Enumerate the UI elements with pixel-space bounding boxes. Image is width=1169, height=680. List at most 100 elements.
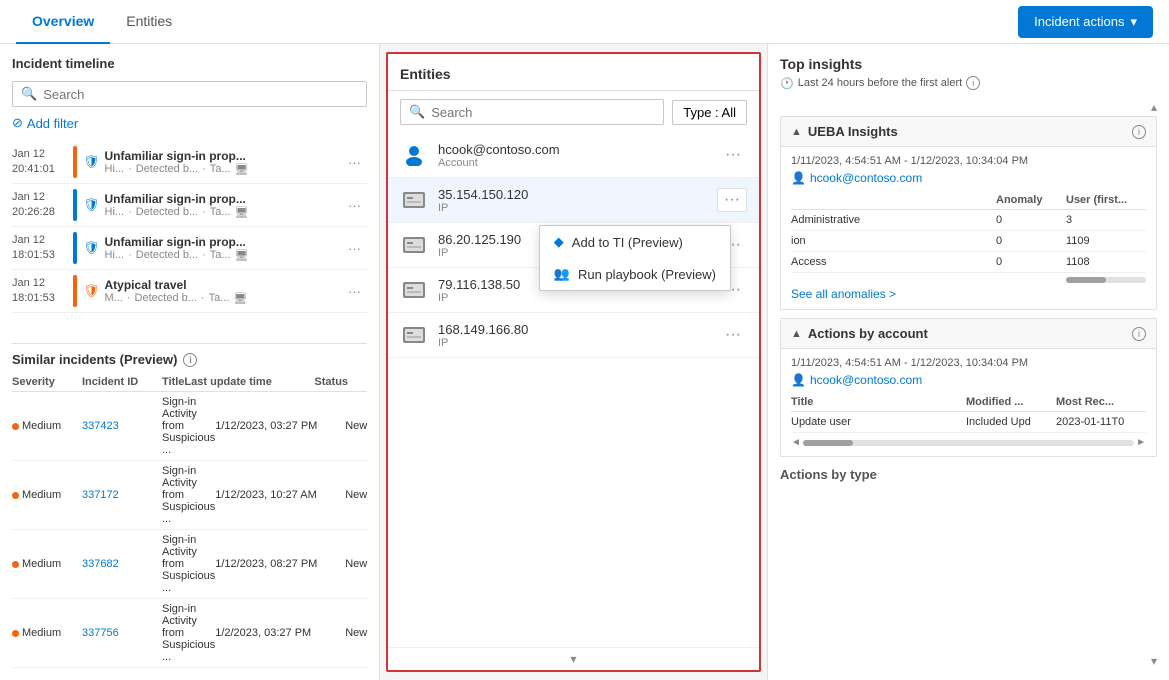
entity-type: IP	[438, 202, 717, 214]
shield-icon: 🛡	[83, 240, 100, 256]
context-menu-item-add-ti[interactable]: ◆ Add to TI (Preview)	[540, 226, 730, 258]
incident-actions-label: Incident actions	[1034, 14, 1124, 29]
search-icon: 🔍	[409, 104, 425, 120]
entity-name: hcook@contoso.com	[438, 142, 719, 157]
top-nav: Overview Entities Incident actions ▾	[0, 0, 1169, 44]
ip-icon	[400, 186, 428, 214]
scroll-up-indicator: ▴	[780, 100, 1157, 114]
table-row[interactable]: Medium 337682 Sign-in Activity from Susp…	[12, 530, 367, 599]
account-icon	[400, 141, 428, 169]
table-row[interactable]: Medium 337756 Sign-in Activity from Susp…	[12, 599, 367, 668]
timeline-meta3: Ta...	[210, 163, 231, 176]
info-icon[interactable]: i	[1132, 327, 1146, 341]
more-options-icon[interactable]: ···	[719, 324, 747, 346]
scroll-down-indicator: ▾	[780, 654, 1157, 668]
timeline-search-box: 🔍	[12, 81, 367, 107]
ueba-table-header: Anomaly User (first...	[791, 191, 1146, 210]
ueba-section: ▲ UEBA Insights i 1/11/2023, 4:54:51 AM …	[780, 116, 1157, 310]
context-menu-item-run-playbook[interactable]: 👥 Run playbook (Preview)	[540, 258, 730, 290]
user-icon: 👤	[791, 373, 806, 387]
monitor-icon: 🖥	[235, 206, 249, 219]
info-icon[interactable]: i	[183, 353, 197, 367]
incident-timeline-title: Incident timeline	[12, 56, 367, 71]
ueba-section-header[interactable]: ▲ UEBA Insights i	[781, 117, 1156, 147]
actions-section-header[interactable]: ▲ Actions by account i	[781, 319, 1156, 349]
actions-table-row: Update user Included Upd 2023-01-11T0	[791, 412, 1146, 433]
timeline-item-title: Unfamiliar sign-in prop...	[105, 235, 342, 249]
timeline-meta2: Detected b...	[136, 163, 198, 176]
ip-icon	[400, 276, 428, 304]
ueba-section-title: ▲ UEBA Insights	[791, 124, 898, 139]
ueba-table-row: ion 0 1109	[791, 231, 1146, 252]
timeline-item[interactable]: Jan 1220:26:28 🛡 Unfamiliar sign-in prop…	[12, 184, 367, 227]
info-icon[interactable]: i	[966, 76, 980, 90]
incident-id-link[interactable]: 337756	[82, 627, 162, 639]
shield-icon: 🛡	[83, 283, 100, 299]
ueba-section-body: 1/11/2023, 4:54:51 AM - 1/12/2023, 10:34…	[781, 147, 1156, 309]
timeline-item[interactable]: Jan 1218:01:53 🛡 Unfamiliar sign-in prop…	[12, 227, 367, 270]
table-row[interactable]: Medium 337423 Sign-in Activity from Susp…	[12, 392, 367, 461]
top-insights-title: Top insights	[780, 56, 1157, 72]
incident-id-link[interactable]: 337682	[82, 558, 162, 570]
timeline-meta1: Hi...	[105, 163, 125, 176]
timeline-meta1: Hi...	[105, 249, 125, 262]
add-filter-button[interactable]: ⊘ Add filter	[12, 115, 367, 131]
more-options-icon[interactable]: ···	[342, 153, 367, 172]
timeline-meta2: Detected b...	[136, 249, 198, 262]
incident-id-link[interactable]: 337423	[82, 420, 162, 432]
timeline-date: Jan 1218:01:53	[12, 276, 67, 307]
monitor-icon: 🖥	[233, 292, 247, 305]
more-options-icon[interactable]: ···	[342, 239, 367, 258]
timeline-meta3: Ta...	[209, 292, 230, 305]
table-row[interactable]: Medium 337172 Sign-in Activity from Susp…	[12, 461, 367, 530]
timeline-item-title: Unfamiliar sign-in prop...	[105, 149, 342, 163]
incident-id-link[interactable]: 337172	[82, 489, 162, 501]
actions-user: 👤 hcook@contoso.com	[791, 373, 1146, 387]
entities-search-input[interactable]	[431, 105, 655, 120]
entity-item[interactable]: 168.149.166.80 IP ···	[388, 313, 759, 358]
timeline-meta3: Ta...	[210, 249, 231, 262]
entities-search-box: 🔍	[400, 99, 664, 125]
entity-item[interactable]: 35.154.150.120 IP ···	[388, 178, 759, 223]
timeline-date: Jan 1220:41:01	[12, 147, 67, 178]
actions-date: 1/11/2023, 4:54:51 AM - 1/12/2023, 10:34…	[791, 357, 1146, 369]
shield-icon: 🛡	[83, 154, 100, 170]
actions-by-type-label: Actions by type	[780, 467, 1157, 482]
more-options-icon[interactable]: ···	[719, 144, 747, 166]
chevron-down-icon: ▾	[1130, 14, 1137, 30]
more-options-icon[interactable]: ···	[717, 188, 747, 212]
info-icon[interactable]: i	[1132, 125, 1146, 139]
scroll-right-icon[interactable]: ►	[1136, 437, 1146, 448]
entities-title: Entities	[388, 54, 759, 91]
timeline-meta1: M...	[105, 292, 123, 305]
left-panel: Incident timeline 🔍 ⊘ Add filter Jan 122…	[0, 44, 380, 680]
timeline-search-input[interactable]	[43, 87, 358, 102]
tab-overview[interactable]: Overview	[16, 0, 110, 44]
entities-search-row: 🔍 Type : All	[388, 91, 759, 133]
tab-entities[interactable]: Entities	[110, 0, 188, 44]
similar-incidents-table-header: Severity Incident ID Title Last update t…	[12, 373, 367, 392]
timeline-bar-blue	[73, 189, 77, 221]
ueba-date: 1/11/2023, 4:54:51 AM - 1/12/2023, 10:34…	[791, 155, 1146, 167]
more-options-icon[interactable]: ···	[342, 196, 367, 215]
see-all-anomalies-link[interactable]: See all anomalies >	[791, 287, 1146, 301]
type-filter-button[interactable]: Type : All	[672, 100, 747, 125]
timeline-meta1: Hi...	[105, 206, 125, 219]
chevron-down-icon: ▾	[570, 652, 576, 666]
scroll-left-icon[interactable]: ◄	[791, 437, 801, 448]
ip-icon	[400, 231, 428, 259]
timeline-item[interactable]: Jan 1220:41:01 🛡 Unfamiliar sign-in prop…	[12, 141, 367, 184]
timeline-item[interactable]: Jan 1218:01:53 🛡 Atypical travel M... · …	[12, 270, 367, 313]
entity-item[interactable]: hcook@contoso.com Account ···	[388, 133, 759, 178]
chevron-up-icon: ▲	[791, 328, 802, 340]
actions-by-account-section: ▲ Actions by account i 1/11/2023, 4:54:5…	[780, 318, 1157, 457]
timeline-item-title: Atypical travel	[105, 278, 342, 292]
more-options-icon[interactable]: ···	[342, 282, 367, 301]
incident-actions-button[interactable]: Incident actions ▾	[1018, 6, 1153, 38]
ip-icon	[400, 321, 428, 349]
monitor-icon: 🖥	[235, 249, 249, 262]
timeline-list: Jan 1220:41:01 🛡 Unfamiliar sign-in prop…	[12, 141, 367, 333]
chevron-up-icon: ▴	[1151, 100, 1157, 114]
entity-list: hcook@contoso.com Account ··· 35.154.150…	[388, 133, 759, 647]
entity-type: Account	[438, 157, 719, 169]
